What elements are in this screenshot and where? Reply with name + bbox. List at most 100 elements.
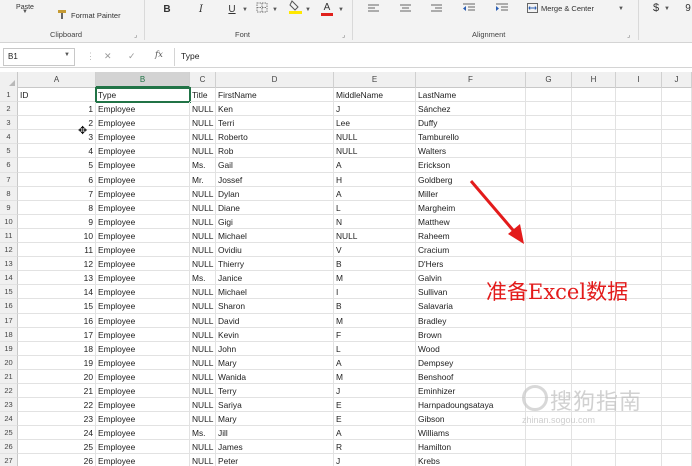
data-cell[interactable]: NULL [190, 200, 216, 215]
column-header-i[interactable]: I [616, 72, 662, 88]
empty-cell[interactable] [662, 214, 692, 229]
empty-cell[interactable] [572, 116, 616, 131]
data-cell[interactable]: Employee [96, 398, 190, 413]
empty-cell[interactable] [526, 102, 572, 117]
data-cell[interactable]: 20 [18, 369, 96, 384]
data-cell[interactable]: Bradley [416, 313, 526, 328]
data-cell[interactable]: N [334, 214, 416, 229]
header-cell[interactable]: MiddleName [334, 88, 416, 103]
data-cell[interactable]: 7 [18, 186, 96, 201]
data-cell[interactable]: Employee [96, 412, 190, 427]
row-header[interactable]: 11 [0, 228, 18, 244]
data-cell[interactable]: NULL [190, 341, 216, 356]
data-cell[interactable]: 22 [18, 398, 96, 413]
empty-cell[interactable] [616, 341, 662, 356]
empty-cell[interactable] [572, 144, 616, 159]
column-header-f[interactable]: F [416, 72, 526, 88]
data-cell[interactable]: Employee [96, 257, 190, 272]
data-cell[interactable]: 9 [18, 214, 96, 229]
data-cell[interactable]: NULL [190, 355, 216, 370]
data-cell[interactable]: Employee [96, 243, 190, 258]
data-cell[interactable]: I [334, 285, 416, 300]
data-cell[interactable]: Employee [96, 130, 190, 145]
column-header-b[interactable]: B [96, 72, 190, 88]
data-cell[interactable]: Gigi [216, 214, 334, 229]
data-cell[interactable]: 5 [18, 158, 96, 173]
data-cell[interactable]: Diane [216, 200, 334, 215]
row-header[interactable]: 26 [0, 440, 18, 455]
empty-cell[interactable] [526, 327, 572, 342]
data-cell[interactable]: Jossef [216, 172, 334, 187]
data-cell[interactable]: F [334, 327, 416, 342]
data-cell[interactable]: NULL [190, 454, 216, 466]
empty-cell[interactable] [616, 440, 662, 455]
column-header-c[interactable]: C [190, 72, 216, 88]
data-cell[interactable]: 1 [18, 102, 96, 117]
empty-cell[interactable] [662, 271, 692, 286]
data-cell[interactable]: Terry [216, 383, 334, 399]
row-header[interactable]: 25 [0, 426, 18, 441]
empty-cell[interactable] [616, 355, 662, 370]
data-cell[interactable]: 10 [18, 228, 96, 244]
empty-cell[interactable] [572, 130, 616, 145]
data-cell[interactable]: Williams [416, 426, 526, 441]
data-cell[interactable]: NULL [190, 228, 216, 244]
data-cell[interactable]: Employee [96, 440, 190, 455]
data-cell[interactable]: Michael [216, 285, 334, 300]
data-cell[interactable]: NULL [190, 214, 216, 229]
data-cell[interactable]: 25 [18, 440, 96, 455]
data-cell[interactable]: Employee [96, 116, 190, 131]
empty-cell[interactable] [616, 130, 662, 145]
data-cell[interactable]: L [334, 341, 416, 356]
data-cell[interactable]: J [334, 102, 416, 117]
italic-button[interactable]: I [194, 2, 208, 16]
empty-cell[interactable] [572, 102, 616, 117]
clipboard-launcher-icon[interactable]: ⌟ [134, 31, 137, 39]
empty-cell[interactable] [616, 158, 662, 173]
data-cell[interactable]: NULL [334, 228, 416, 244]
data-cell[interactable]: A [334, 186, 416, 201]
name-box[interactable]: B1 ▼ [3, 48, 75, 66]
empty-cell[interactable] [662, 327, 692, 342]
cancel-icon[interactable]: ✕ [104, 51, 112, 62]
data-cell[interactable]: Mary [216, 412, 334, 427]
empty-cell[interactable] [572, 158, 616, 173]
data-cell[interactable]: Wanida [216, 369, 334, 384]
empty-cell[interactable] [572, 440, 616, 455]
data-cell[interactable]: Michael [216, 228, 334, 244]
font-launcher-icon[interactable]: ⌟ [342, 31, 345, 39]
empty-cell[interactable] [572, 200, 616, 215]
data-cell[interactable]: M [334, 271, 416, 286]
data-cell[interactable]: M [334, 313, 416, 328]
increase-indent-button[interactable] [495, 3, 509, 15]
data-cell[interactable]: Employee [96, 228, 190, 244]
merge-center-dropdown-icon[interactable]: ▼ [618, 6, 624, 12]
data-cell[interactable]: Ms. [190, 271, 216, 286]
empty-cell[interactable] [572, 327, 616, 342]
empty-cell[interactable] [662, 186, 692, 201]
data-cell[interactable]: 16 [18, 313, 96, 328]
data-cell[interactable]: 21 [18, 383, 96, 399]
data-cell[interactable]: Jill [216, 426, 334, 441]
empty-cell[interactable] [662, 440, 692, 455]
data-cell[interactable]: Mr. [190, 172, 216, 187]
data-cell[interactable]: Employee [96, 172, 190, 187]
data-cell[interactable]: A [334, 355, 416, 370]
row-header[interactable]: 21 [0, 369, 18, 384]
data-cell[interactable]: NULL [190, 327, 216, 342]
data-cell[interactable]: Employee [96, 383, 190, 399]
data-cell[interactable]: NULL [190, 102, 216, 117]
data-cell[interactable]: Employee [96, 299, 190, 314]
underline-dropdown-icon[interactable]: ▼ [242, 7, 248, 13]
empty-cell[interactable] [526, 214, 572, 229]
column-header-g[interactable]: G [526, 72, 572, 88]
data-cell[interactable]: James [216, 440, 334, 455]
data-cell[interactable]: Employee [96, 186, 190, 201]
column-header-e[interactable]: E [334, 72, 416, 88]
empty-cell[interactable] [526, 172, 572, 187]
empty-cell[interactable] [662, 102, 692, 117]
row-header[interactable]: 17 [0, 313, 18, 328]
data-cell[interactable]: Thierry [216, 257, 334, 272]
fill-color-dropdown-icon[interactable]: ▼ [305, 7, 311, 13]
header-cell[interactable]: Title [190, 88, 216, 103]
